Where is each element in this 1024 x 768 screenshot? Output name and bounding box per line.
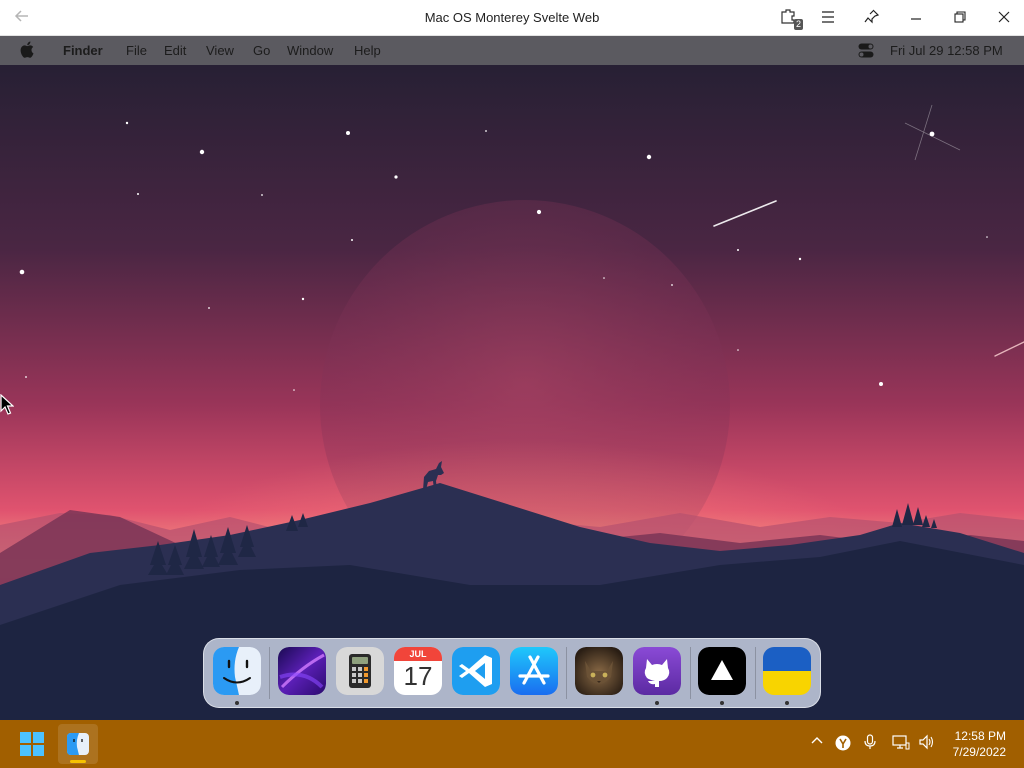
mac-menubar: Finder File Edit View Go Window Help Fri… (0, 36, 1024, 65)
dock-separator (755, 647, 756, 699)
extensions-button[interactable]: 2 (774, 4, 803, 32)
restore-button[interactable] (946, 4, 974, 32)
dock-cat-photo[interactable] (575, 647, 623, 695)
dock-app-store[interactable] (510, 647, 558, 695)
running-indicator (785, 701, 789, 705)
cat-photo-icon (575, 647, 623, 695)
close-icon (998, 10, 1010, 27)
taskbar-time: 12:58 PM (954, 729, 1006, 743)
taskbar-clock[interactable]: 12:58 PM 7/29/2022 (936, 728, 1006, 760)
volume-icon[interactable] (918, 734, 936, 753)
running-indicator (720, 701, 724, 705)
dock-calculator[interactable] (336, 647, 384, 695)
restore-icon (954, 10, 966, 27)
running-indicator (235, 701, 239, 705)
microphone-icon[interactable] (864, 734, 876, 753)
taskbar-app-finder[interactable] (58, 724, 98, 764)
menu-help[interactable]: Help (354, 43, 381, 58)
window-titlebar: Mac OS Monterey Svelte Web 2 (0, 0, 1024, 36)
dock-separator (690, 647, 691, 699)
taskbar-date: 7/29/2022 (952, 745, 1006, 759)
pin-button[interactable] (858, 4, 886, 32)
pin-icon (864, 8, 880, 28)
menu-edit[interactable]: Edit (164, 43, 186, 58)
menubar-clock[interactable]: Fri Jul 29 12:58 PM (890, 43, 1003, 58)
vscode-icon (452, 647, 500, 695)
hamburger-icon (821, 10, 835, 27)
menu-go[interactable]: Go (253, 43, 270, 58)
dock: JUL 17 (203, 638, 821, 708)
running-indicator (655, 701, 659, 705)
chevron-up-icon[interactable] (810, 734, 824, 751)
apple-logo-icon[interactable] (20, 40, 38, 60)
dock-launchpad[interactable] (278, 647, 326, 695)
dock-github[interactable] (633, 647, 681, 695)
close-button[interactable] (990, 4, 1018, 32)
dock-separator (566, 647, 567, 699)
menu-file[interactable]: File (126, 43, 147, 58)
menu-view[interactable]: View (206, 43, 234, 58)
menu-app-name[interactable]: Finder (63, 43, 103, 58)
control-center-icon[interactable] (858, 43, 874, 58)
finder-icon (67, 733, 89, 755)
windows-taskbar: 12:58 PM 7/29/2022 (0, 720, 1024, 768)
dock-separator (269, 647, 270, 699)
launchpad-icon (278, 647, 326, 695)
back-arrow-icon[interactable] (10, 7, 34, 29)
wallpaper-illustration (0, 65, 1024, 720)
calculator-icon (336, 647, 384, 695)
vercel-icon (698, 647, 746, 695)
minimize-button[interactable] (902, 4, 930, 32)
dock-ukraine-flag[interactable] (763, 647, 811, 695)
windows-logo-icon (20, 732, 44, 756)
active-app-indicator (70, 760, 86, 763)
yandex-browser-icon[interactable] (835, 735, 851, 754)
calendar-icon: JUL 17 (394, 647, 442, 695)
menu-button[interactable] (814, 4, 842, 32)
ukraine-flag-icon (763, 647, 811, 695)
dock-vercel[interactable] (698, 647, 746, 695)
extensions-count-badge: 2 (793, 19, 803, 30)
dock-finder[interactable] (213, 647, 261, 695)
app-store-icon (510, 647, 558, 695)
network-icon[interactable] (892, 734, 910, 753)
finder-icon (213, 647, 261, 695)
calendar-day: 17 (403, 661, 433, 691)
menu-window[interactable]: Window (287, 43, 333, 58)
mouse-cursor-icon (0, 394, 14, 415)
github-icon (633, 647, 681, 695)
dock-calendar[interactable]: JUL 17 (394, 647, 442, 695)
start-button[interactable] (20, 732, 44, 756)
dock-vscode[interactable] (452, 647, 500, 695)
desktop-wallpaper (0, 65, 1024, 720)
minimize-icon (910, 10, 922, 27)
calendar-month: JUL (409, 649, 427, 659)
